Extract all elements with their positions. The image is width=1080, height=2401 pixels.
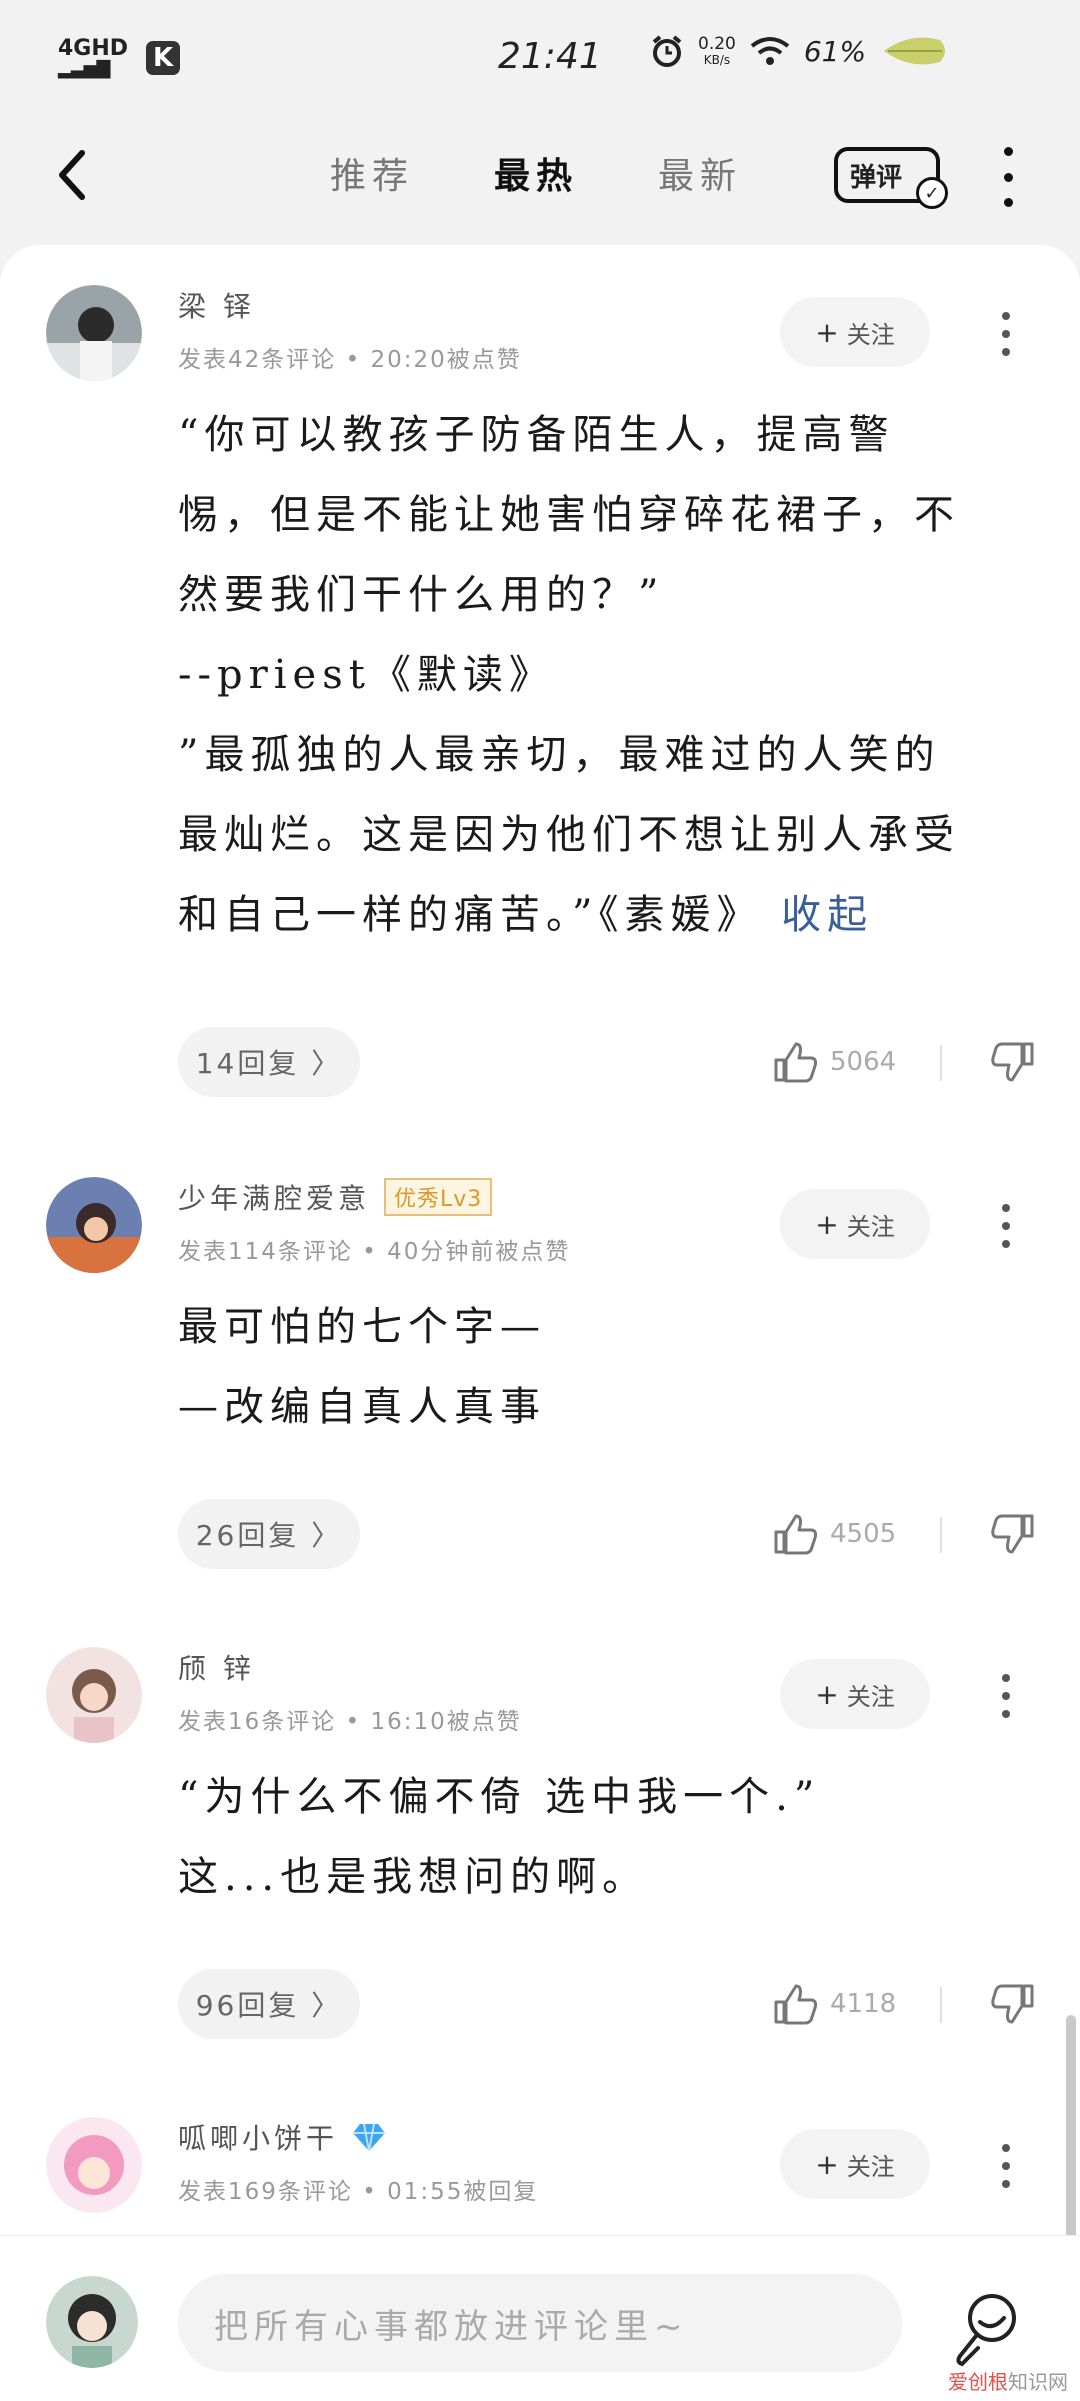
username[interactable]: 呱唧小饼干 — [178, 2117, 386, 2157]
plus-icon: + — [815, 2147, 839, 2181]
like-button[interactable]: 4505 — [772, 1512, 896, 1556]
top-nav: 推荐 最热 最新 弹评 ✓ — [0, 125, 1080, 225]
more-options-icon[interactable] — [998, 1204, 1014, 1248]
check-icon: ✓ — [916, 177, 948, 209]
follow-button[interactable]: + 关注 — [780, 297, 930, 367]
follow-button[interactable]: + 关注 — [780, 2129, 930, 2199]
divider — [940, 1987, 942, 2023]
more-options-icon[interactable] — [998, 312, 1014, 356]
plus-icon: + — [815, 1207, 839, 1241]
wifi-icon — [750, 37, 790, 65]
thumbs-up-icon — [774, 1042, 818, 1083]
clock: 21:41 — [498, 36, 602, 77]
follow-button[interactable]: + 关注 — [780, 1189, 930, 1259]
thumbs-down-icon[interactable] — [990, 1982, 1036, 2026]
network-indicator: 4GHD ▂▃▅▇ — [58, 36, 129, 79]
more-options-icon[interactable] — [998, 147, 1018, 207]
plus-icon: + — [815, 1677, 839, 1711]
alarm-icon — [652, 35, 682, 67]
avatar[interactable] — [46, 2276, 138, 2368]
battery-leaf-icon — [884, 37, 946, 65]
divider — [940, 1045, 942, 1081]
danmaku-comment-toggle[interactable]: 弹评 ✓ — [834, 147, 948, 209]
avatar[interactable] — [46, 2117, 142, 2213]
sort-tabs: 推荐 最热 最新 — [330, 147, 742, 199]
username[interactable]: 梁 铎 — [178, 285, 255, 325]
username[interactable]: 颀 锌 — [178, 1647, 255, 1687]
comments-panel: 梁 铎 发表42条评论 • 20:20被点赞 + 关注 “你可以教孩子防备陌生人… — [0, 245, 1080, 2275]
replies-button[interactable]: 96回复 〉 — [178, 1969, 360, 2039]
username[interactable]: 少年满腔爱意 优秀Lv3 — [178, 1177, 493, 1217]
comment-input[interactable]: 把所有心事都放进评论里~ — [178, 2274, 902, 2372]
network-speed: 0.20 KB/s — [698, 33, 736, 67]
tab-newest[interactable]: 最新 — [658, 147, 742, 199]
tab-hottest[interactable]: 最热 — [494, 147, 578, 199]
follow-button[interactable]: + 关注 — [780, 1659, 930, 1729]
level-badge: 优秀Lv3 — [384, 1178, 493, 1216]
comment-meta: 发表169条评论 • 01:55被回复 — [178, 2179, 539, 2205]
comment-text: “为什么不偏不倚 选中我一个.” 这...也是我想问的啊。 — [178, 1774, 821, 1900]
avatar[interactable] — [46, 285, 142, 381]
collapse-link[interactable]: 收起 — [781, 892, 873, 938]
replies-button[interactable]: 26回复 〉 — [178, 1499, 360, 1569]
avatar[interactable] — [46, 1647, 142, 1743]
more-options-icon[interactable] — [998, 1674, 1014, 1718]
app-badge-icon: K — [146, 41, 181, 75]
comment-text: 最可怕的七个字— —改编自真人真事 — [178, 1304, 546, 1430]
more-options-icon[interactable] — [998, 2144, 1014, 2188]
thumbs-up-icon — [774, 1514, 818, 1555]
comment-text: “你可以教孩子防备陌生人，提高警 惕，但是不能让她害怕穿碎花裙子，不 然要我们干… — [178, 412, 960, 938]
thumbs-down-icon[interactable] — [990, 1040, 1036, 1084]
comment-input-bar: 把所有心事都放进评论里~ 爱创根知识网 — [0, 2235, 1080, 2401]
divider — [940, 1517, 942, 1553]
comment-meta: 发表42条评论 • 20:20被点赞 — [178, 347, 522, 373]
thumbs-up-icon — [774, 1984, 818, 2025]
status-bar: 4GHD ▂▃▅▇ K 21:41 0.20 KB/s 61% — [0, 0, 1080, 125]
tab-recommended[interactable]: 推荐 — [330, 147, 414, 199]
watermark: 爱创根知识网 — [948, 2370, 1068, 2394]
avatar[interactable] — [46, 1177, 142, 1273]
plus-icon: + — [815, 315, 839, 349]
thumbs-down-icon[interactable] — [990, 1512, 1036, 1556]
battery-level: 61% — [803, 34, 867, 68]
back-icon[interactable] — [48, 145, 98, 205]
comment-meta: 发表114条评论 • 40分钟前被点赞 — [178, 1239, 571, 1265]
diamond-vip-icon — [353, 2123, 386, 2152]
comment-meta: 发表16条评论 • 16:10被点赞 — [178, 1709, 522, 1735]
like-button[interactable]: 4118 — [772, 1982, 896, 2026]
like-button[interactable]: 5064 — [772, 1040, 896, 1084]
replies-button[interactable]: 14回复 〉 — [178, 1027, 360, 1097]
emoji-icon[interactable] — [950, 2288, 1020, 2368]
